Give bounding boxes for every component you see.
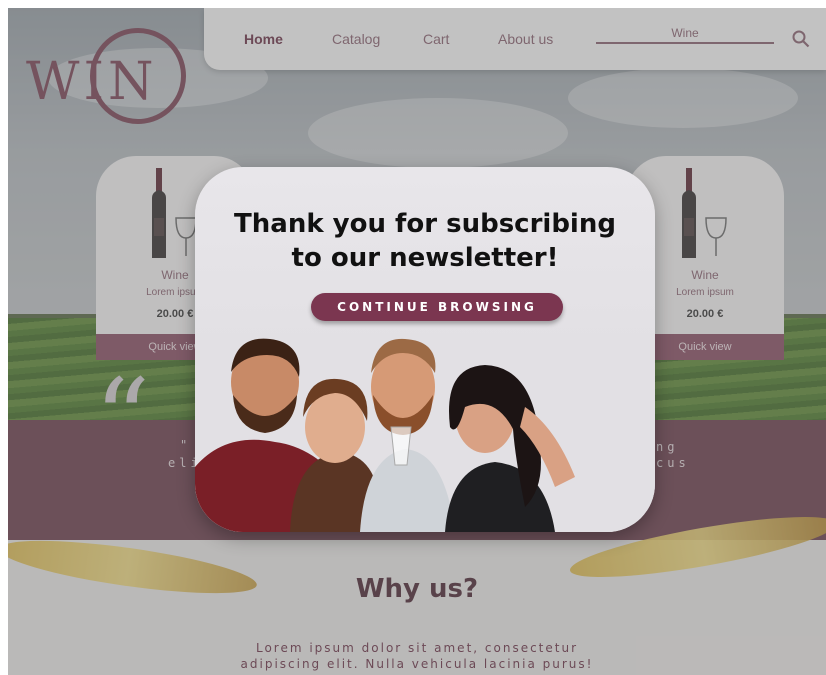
friends-toasting-photo	[195, 337, 655, 532]
continue-browsing-button[interactable]: CONTINUE BROWSING	[311, 293, 563, 321]
modal-title-line-1: Thank you for subscribing	[234, 209, 616, 239]
newsletter-confirmation-modal: Thank you for subscribing to our newslet…	[195, 167, 655, 532]
modal-title-line-2: to our newsletter!	[291, 243, 559, 273]
page: WIN Home Catalog Cart About us Wine Lore…	[8, 8, 826, 675]
modal-title: Thank you for subscribing to our newslet…	[195, 207, 655, 275]
